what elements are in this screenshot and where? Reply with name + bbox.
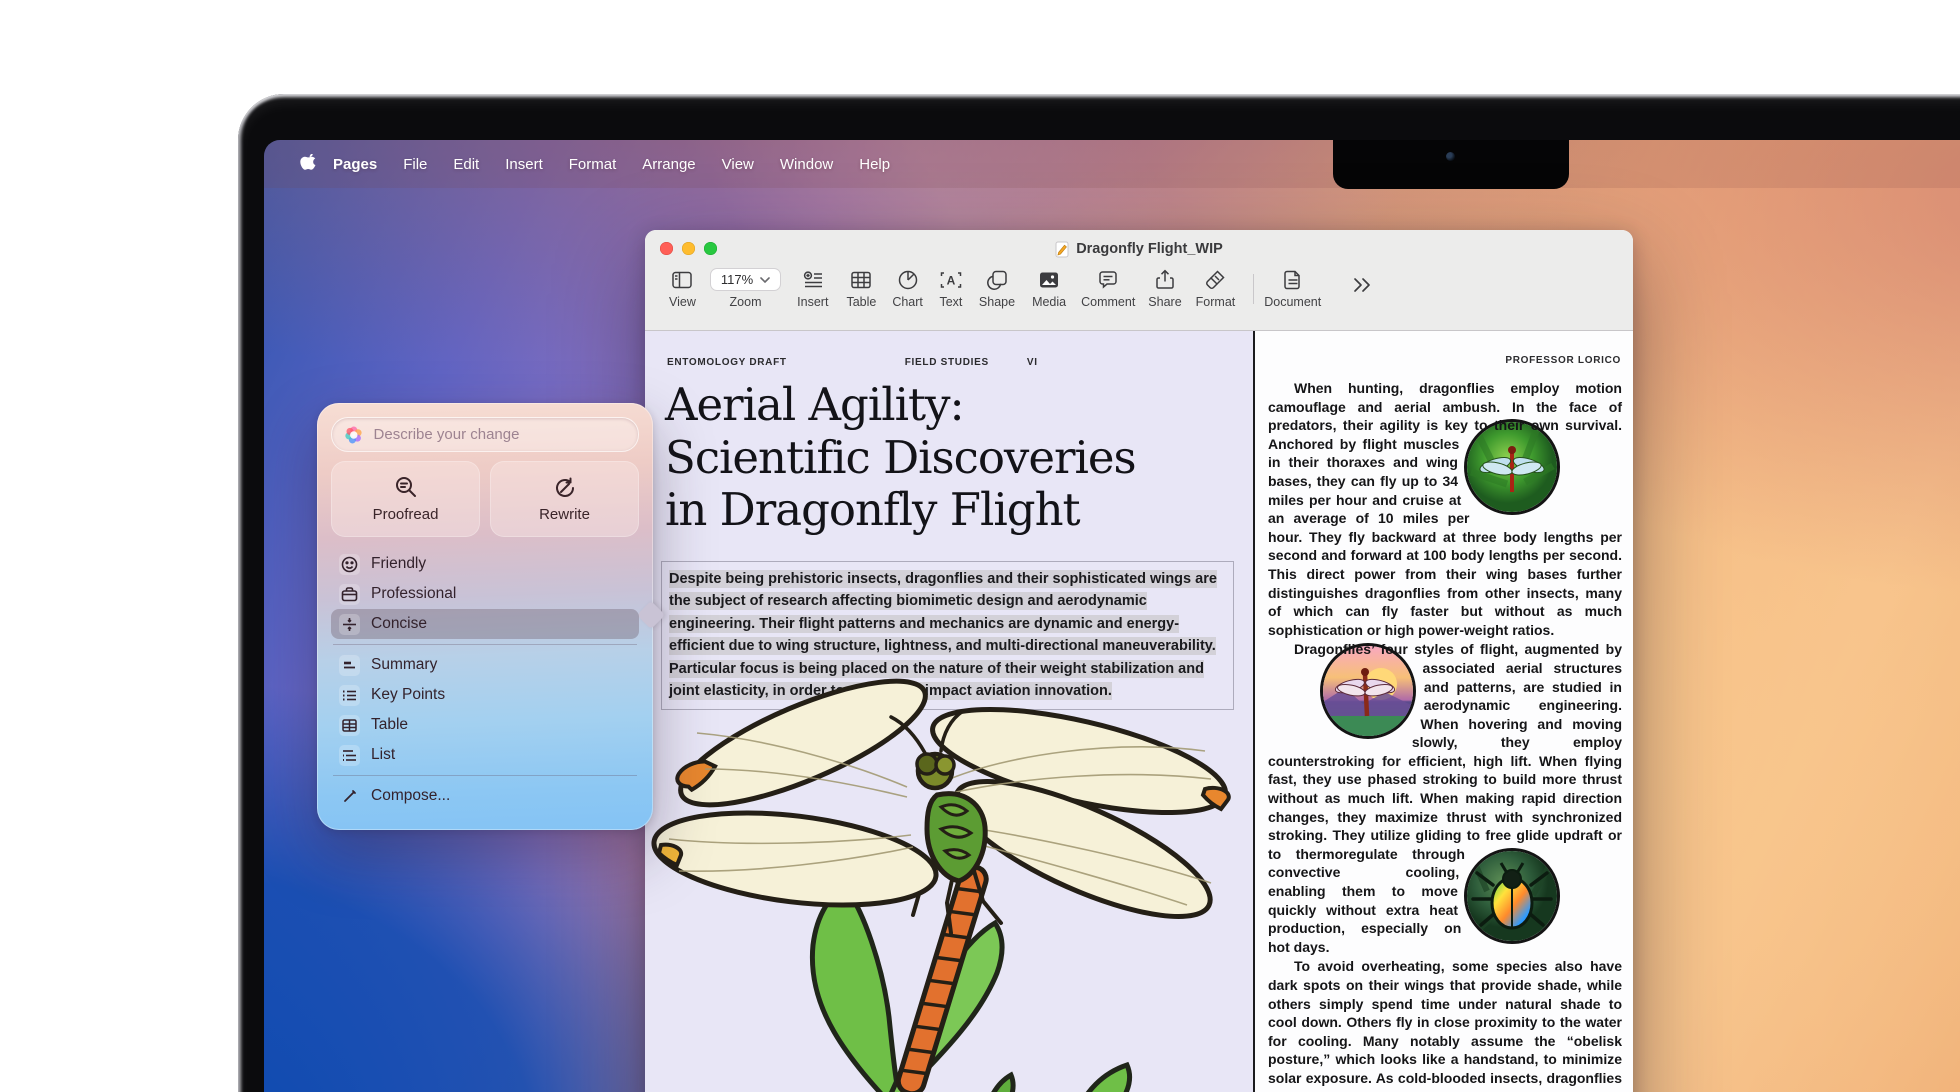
kicker-center: FIELD STUDIES xyxy=(905,357,989,368)
camera-dot xyxy=(1446,152,1455,161)
window-titlebar[interactable]: Dragonfly Flight_WIP xyxy=(645,238,1633,260)
display-notch xyxy=(1333,140,1569,189)
transform-option-key-points[interactable]: Key Points xyxy=(331,680,639,710)
concise-icon xyxy=(339,614,360,635)
smiley-icon xyxy=(339,554,360,575)
kicker-row: ENTOMOLOGY DRAFT FIELD STUDIES VI xyxy=(667,357,1237,368)
divider xyxy=(333,775,637,776)
summary-icon xyxy=(339,655,360,676)
toolbar-document-button[interactable]: Document xyxy=(1264,268,1321,309)
apple-logo-icon[interactable] xyxy=(300,154,316,173)
toolbar-text-button[interactable]: A Text xyxy=(938,268,964,309)
comment-icon xyxy=(1096,268,1120,292)
menu-item-file[interactable]: File xyxy=(390,156,440,173)
window-chrome[interactable]: Dragonfly Flight_WIP View 117% xyxy=(645,230,1633,331)
menu-item-insert[interactable]: Insert xyxy=(492,156,556,173)
document-left-page[interactable]: ENTOMOLOGY DRAFT FIELD STUDIES VI Aerial… xyxy=(645,331,1253,1092)
paragraph-3: To avoid overheating, some species also … xyxy=(1268,957,1622,1092)
pages-window: Dragonfly Flight_WIP View 117% xyxy=(645,230,1633,1092)
kicker-volume: VI xyxy=(1027,357,1038,368)
menu-item-format[interactable]: Format xyxy=(556,156,630,173)
zoom-value: 117% xyxy=(721,272,753,287)
chevron-down-icon xyxy=(760,277,770,283)
macbook-screen: Pages File Edit Insert Format Arrange Vi… xyxy=(264,140,1960,1092)
briefcase-icon xyxy=(339,584,360,605)
menu-item-view[interactable]: View xyxy=(709,156,767,173)
compose-pencil-icon xyxy=(339,786,360,807)
table-grid-icon xyxy=(339,715,360,736)
byline: PROFESSOR LORICO xyxy=(1505,355,1621,366)
compose-option[interactable]: Compose... xyxy=(331,781,639,811)
pages-document-icon xyxy=(1055,241,1069,258)
transform-option-summary[interactable]: Summary xyxy=(331,650,639,680)
insert-icon xyxy=(801,268,825,292)
iridescent-beetle-photo[interactable] xyxy=(1464,848,1560,944)
chart-icon xyxy=(896,268,920,292)
dragonfly-hero-illustration[interactable] xyxy=(645,677,1253,1092)
toolbar-shape-button[interactable]: Shape xyxy=(979,268,1015,309)
toolbar-format-button[interactable]: Format xyxy=(1196,268,1236,309)
writing-tools-options: Friendly Professional xyxy=(331,549,639,811)
menu-bar: Pages File Edit Insert Format Arrange Vi… xyxy=(264,140,1960,188)
text-box-icon: A xyxy=(938,268,964,292)
dragonfly-on-foliage-photo[interactable] xyxy=(1464,419,1560,515)
tone-option-concise-selected[interactable]: Concise xyxy=(331,609,639,639)
toolbar-zoom-control[interactable]: 117% Zoom xyxy=(710,268,781,309)
divider xyxy=(333,644,637,645)
menu-item-help[interactable]: Help xyxy=(846,156,903,173)
proofread-icon xyxy=(393,475,419,501)
toolbar-view-button[interactable]: View xyxy=(669,268,696,309)
format-brush-icon xyxy=(1203,268,1227,292)
toolbar-insert-button[interactable]: Insert xyxy=(797,268,828,309)
media-icon xyxy=(1037,268,1061,292)
menu-item-edit[interactable]: Edit xyxy=(440,156,492,173)
list-icon xyxy=(339,745,360,766)
toolbar-comment-button[interactable]: Comment xyxy=(1081,268,1135,309)
dragonfly-sunset-photo[interactable] xyxy=(1320,643,1416,739)
toolbar-overflow-button[interactable] xyxy=(1351,276,1373,294)
article-headline[interactable]: Aerial Agility: Scientific Discoveries i… xyxy=(665,379,1240,537)
article-body-text[interactable]: When hunting, dragonflies employ motion … xyxy=(1268,379,1622,1092)
describe-change-field[interactable] xyxy=(331,417,639,452)
menu-item-window[interactable]: Window xyxy=(767,156,846,173)
toolbar-media-button[interactable]: Media xyxy=(1032,268,1066,309)
screenshot-stage: Pages File Edit Insert Format Arrange Vi… xyxy=(0,0,1960,1092)
paragraph-2: Dragonflies’ xyxy=(1268,640,1622,956)
tone-option-friendly[interactable]: Friendly xyxy=(331,549,639,579)
paragraph-1: When hunting, dragonflies employ motion … xyxy=(1268,379,1622,639)
sidebar-view-icon xyxy=(670,268,694,292)
rewrite-icon xyxy=(552,475,578,501)
shapes-icon xyxy=(985,268,1009,292)
menu-item-arrange[interactable]: Arrange xyxy=(629,156,708,173)
describe-change-input[interactable] xyxy=(372,425,626,444)
svg-text:A: A xyxy=(947,274,956,288)
kicker-left: ENTOMOLOGY DRAFT xyxy=(667,357,787,368)
toolbar-separator xyxy=(1253,274,1254,304)
document-right-page[interactable]: PROFESSOR LORICO When hunting, dragonfli… xyxy=(1255,331,1633,1092)
toolbar: View 117% Zoom Insert xyxy=(645,268,1633,330)
proofread-button[interactable]: Proofread xyxy=(331,461,480,537)
toolbar-chart-button[interactable]: Chart xyxy=(892,268,923,309)
zoom-dropdown[interactable]: 117% xyxy=(710,268,781,291)
toolbar-table-button[interactable]: Table xyxy=(846,268,876,309)
bullet-list-icon xyxy=(339,685,360,706)
transform-option-list[interactable]: List xyxy=(331,740,639,770)
rewrite-button[interactable]: Rewrite xyxy=(490,461,639,537)
tone-option-professional[interactable]: Professional xyxy=(331,579,639,609)
share-icon xyxy=(1153,268,1177,292)
window-title: Dragonfly Flight_WIP xyxy=(1076,241,1223,257)
double-chevron-right-icon xyxy=(1351,276,1373,294)
apple-intelligence-icon xyxy=(344,424,364,446)
transform-option-table[interactable]: Table xyxy=(331,710,639,740)
toolbar-share-button[interactable]: Share xyxy=(1148,268,1181,309)
document-canvas: ENTOMOLOGY DRAFT FIELD STUDIES VI Aerial… xyxy=(645,331,1633,1092)
menu-item-app[interactable]: Pages xyxy=(320,156,390,173)
table-icon xyxy=(849,268,873,292)
document-icon xyxy=(1281,268,1305,292)
writing-tools-popup: Proofread Rewrite xyxy=(317,403,653,830)
